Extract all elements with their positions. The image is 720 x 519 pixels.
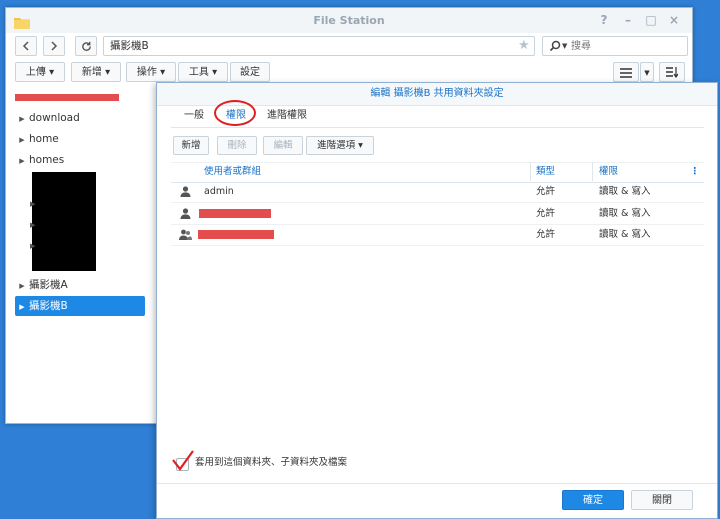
sidebar-item-camera-b[interactable]: ▶ 攝影機B <box>15 296 145 316</box>
view-dropdown-button[interactable]: ▼ <box>640 62 654 82</box>
search-dropdown-icon[interactable]: ▼ <box>562 37 567 55</box>
column-menu-icon[interactable]: ⋮ <box>690 162 700 181</box>
action-button[interactable]: 操作 ▾ <box>126 62 176 82</box>
row-user: admin <box>204 186 234 197</box>
path-text: 攝影機B <box>110 40 149 52</box>
group-icon <box>179 229 192 240</box>
column-divider <box>530 162 531 181</box>
annotation-circle <box>214 100 256 126</box>
redacted-username <box>199 209 271 218</box>
row-permission: 讀取 & 寫入 <box>599 229 651 240</box>
window-title: File Station <box>313 14 385 27</box>
edit-button[interactable]: 編輯 <box>263 136 303 155</box>
ok-button[interactable]: 確定 <box>562 490 624 510</box>
refresh-button[interactable] <box>75 36 97 56</box>
sort-button[interactable] <box>659 62 685 82</box>
add-button[interactable]: 新增 <box>173 136 209 155</box>
caret-right-icon[interactable]: ▶ <box>15 130 29 150</box>
row-type: 允許 <box>536 208 556 219</box>
footer-divider <box>157 483 717 484</box>
user-icon <box>180 186 191 197</box>
maximize-icon[interactable]: □ <box>643 12 659 28</box>
server-name-redacted <box>15 94 119 101</box>
caret-right-icon[interactable]: ▶ <box>15 109 29 129</box>
sidebar-item-camera-a[interactable]: ▶ 攝影機A <box>15 275 145 295</box>
caret-right-icon[interactable]: ▶ <box>15 276 29 296</box>
apply-checkbox-label[interactable]: 套用到這個資料夾、子資料夾及檔案 <box>195 456 347 470</box>
sidebar-item-home[interactable]: ▶ home <box>15 129 145 149</box>
tab-advanced-permissions[interactable]: 進階權限 <box>263 106 311 126</box>
column-header-type[interactable]: 類型 <box>536 162 555 181</box>
advanced-options-button[interactable]: 進階選項 ▾ <box>306 136 374 155</box>
back-button[interactable] <box>15 36 37 56</box>
sidebar-item-download[interactable]: ▶ download <box>15 108 145 128</box>
sort-icon <box>666 67 679 79</box>
forward-button[interactable] <box>43 36 65 56</box>
close-icon[interactable]: × <box>666 12 682 28</box>
minimize-icon[interactable]: – <box>620 12 636 28</box>
user-icon <box>180 208 191 219</box>
row-permission: 讀取 & 寫入 <box>599 186 651 197</box>
table-row[interactable]: admin 允許 讀取 & 寫入 <box>171 181 704 203</box>
list-view-icon <box>620 68 632 78</box>
caret-right-icon[interactable]: ▶ <box>15 297 29 317</box>
tab-general[interactable]: 一般 <box>175 106 213 126</box>
sidebar-item-homes[interactable]: ▶ homes <box>15 150 145 170</box>
caret-right-icon[interactable]: ▶ <box>30 200 35 208</box>
settings-button[interactable]: 設定 <box>230 62 270 82</box>
sidebar-redacted-block <box>32 172 96 271</box>
window-title-bar: File Station ? – □ × <box>6 8 692 33</box>
column-header-user[interactable]: 使用者或群組 <box>204 162 261 181</box>
delete-button[interactable]: 刪除 <box>217 136 257 155</box>
folder-icon <box>14 13 30 29</box>
chevron-right-icon <box>51 41 58 51</box>
caret-right-icon[interactable]: ▶ <box>30 221 35 229</box>
column-header-permission[interactable]: 權限 <box>599 162 618 181</box>
table-row[interactable]: 允許 讀取 & 寫入 <box>171 224 704 246</box>
path-bar[interactable]: 攝影機B ★ <box>103 36 535 56</box>
redacted-groupname <box>198 230 274 239</box>
star-icon[interactable]: ★ <box>518 37 530 55</box>
search-icon <box>549 40 561 52</box>
close-button[interactable]: 關閉 <box>631 490 693 510</box>
search-box[interactable]: ▼ <box>542 36 688 56</box>
row-type: 允許 <box>536 186 556 197</box>
row-type: 允許 <box>536 229 556 240</box>
refresh-icon <box>81 41 91 51</box>
row-permission: 讀取 & 寫入 <box>599 208 651 219</box>
tools-button[interactable]: 工具 ▾ <box>178 62 228 82</box>
view-list-button[interactable] <box>613 62 639 82</box>
table-row[interactable]: 允許 讀取 & 寫入 <box>171 203 704 225</box>
tab-divider <box>171 127 704 128</box>
caret-right-icon[interactable]: ▶ <box>30 242 35 250</box>
upload-button[interactable]: 上傳 ▾ <box>15 62 65 82</box>
search-input[interactable] <box>571 38 681 54</box>
edit-shared-folder-dialog: 編輯 攝影機B 共用資料夾設定 一般 權限 進階權限 新增 刪除 編輯 進階選項… <box>156 82 718 519</box>
chevron-left-icon <box>22 41 29 51</box>
create-button[interactable]: 新增 ▾ <box>71 62 121 82</box>
checkmark-annotation-icon <box>172 450 194 471</box>
column-divider <box>592 162 593 181</box>
caret-right-icon[interactable]: ▶ <box>15 151 29 171</box>
help-icon[interactable]: ? <box>596 12 612 28</box>
